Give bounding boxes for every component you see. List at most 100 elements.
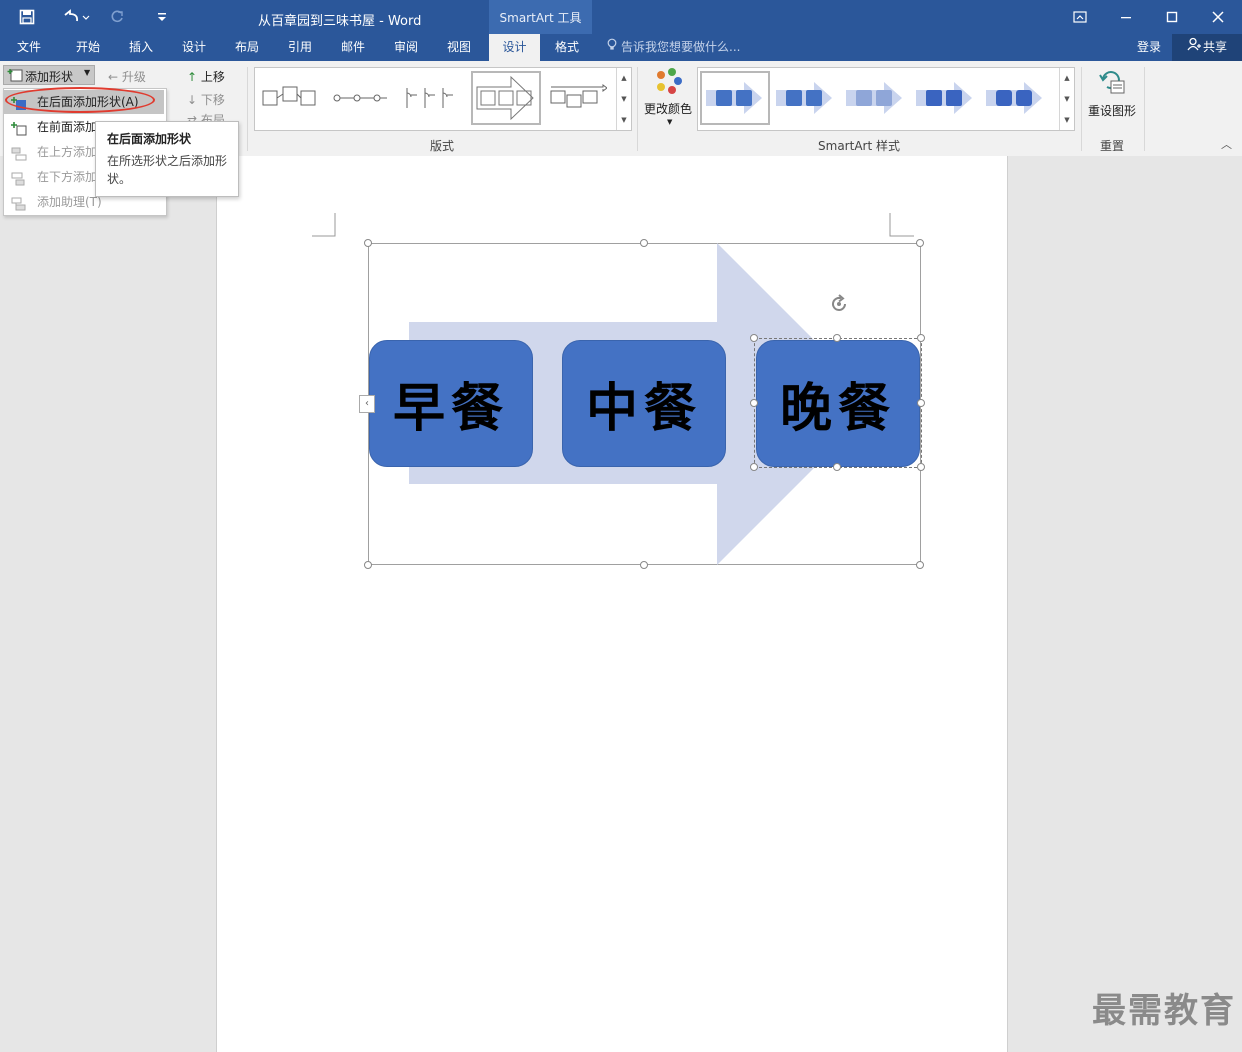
shape-resize-handle[interactable] — [917, 463, 925, 471]
gallery-scroll[interactable]: ▲ ▼ ▼ — [1059, 68, 1074, 130]
resize-handle[interactable] — [364, 561, 372, 569]
layout-thumbnail-3[interactable] — [397, 71, 463, 125]
add-shape-icon — [7, 68, 23, 85]
shape-resize-handle[interactable] — [917, 334, 925, 342]
save-icon[interactable] — [16, 8, 38, 26]
tooltip-description: 在所选形状之后添加形状。 — [107, 154, 228, 186]
shape-resize-handle[interactable] — [750, 399, 758, 407]
layout-direction-button[interactable]: ⇄ 布局 — [187, 111, 225, 121]
shape-resize-handle[interactable] — [750, 463, 758, 471]
add-shape-above-icon — [11, 145, 27, 161]
customize-qat-icon[interactable] — [152, 8, 172, 26]
reset-group-label: 重置 — [1099, 139, 1124, 153]
person-icon — [1187, 34, 1201, 61]
resize-handle[interactable] — [916, 561, 924, 569]
smartart-styles-group-label: SmartArt 样式 — [818, 139, 900, 153]
tell-me-box[interactable]: 告诉我您想要做什么... — [607, 34, 740, 61]
smartart-shape-breakfast[interactable]: 早餐 — [369, 340, 533, 467]
share-label: 共享 — [1202, 40, 1227, 54]
add-shape-below-label: 在下方添加 — [37, 170, 98, 184]
add-shape-before-label: 在前面添加 — [37, 120, 98, 134]
login-link[interactable]: 登录 — [1137, 34, 1161, 61]
layout-thumbnail-2[interactable] — [327, 71, 393, 125]
tooltip: 在后面添加形状 在所选形状之后添加形状。 — [95, 121, 239, 197]
resize-handle[interactable] — [916, 239, 924, 247]
tab-smartart-format[interactable]: 格式 — [542, 34, 592, 61]
shape-resize-handle[interactable] — [833, 334, 841, 342]
layouts-group-label: 版式 — [429, 139, 454, 153]
add-shape-before-icon — [11, 120, 27, 136]
layout-direction-icon: ⇄ — [187, 113, 198, 121]
tell-me-text: 告诉我您想要做什么... — [621, 40, 741, 54]
ribbon-display-options-icon[interactable] — [1057, 0, 1103, 34]
add-shape-label: 添加形状 — [25, 70, 74, 84]
move-up-button[interactable]: ↑ 上移 — [187, 68, 225, 85]
move-up-label: 上移 — [200, 70, 225, 84]
add-shape-button[interactable]: 添加形状 ▼ — [3, 65, 95, 85]
style-thumbnail-4[interactable] — [912, 71, 978, 125]
undo-icon[interactable] — [58, 8, 94, 26]
smartart-tools-title: SmartArt 工具 — [489, 0, 592, 34]
selected-shape-outline — [754, 338, 922, 468]
tab-design[interactable]: 设计 — [168, 34, 220, 61]
redo-icon[interactable] — [106, 8, 128, 26]
smartart-shape-lunch[interactable]: 中餐 — [562, 340, 726, 467]
resize-handle[interactable] — [640, 239, 648, 247]
change-colors-label: 更改颜色 — [644, 102, 693, 116]
group-divider — [1144, 67, 1145, 151]
style-thumbnail-2[interactable] — [772, 71, 838, 125]
layout-thumbnail-5[interactable] — [545, 71, 611, 125]
promote-button[interactable]: ← 升级 — [108, 68, 146, 85]
tab-insert[interactable]: 插入 — [115, 34, 167, 61]
close-icon[interactable] — [1195, 0, 1241, 34]
highlight-annotation — [5, 87, 155, 113]
layout-direction-label: 布局 — [200, 113, 225, 121]
reset-graphic-label: 重设图形 — [1088, 104, 1137, 118]
collapse-ribbon-icon[interactable]: ︿ — [1221, 136, 1232, 152]
style-thumbnail-1-selected[interactable] — [700, 71, 770, 125]
layout-thumbnail-4-selected[interactable] — [471, 71, 541, 125]
resize-handle[interactable] — [364, 239, 372, 247]
tab-mailings[interactable]: 邮件 — [327, 34, 379, 61]
color-palette-icon — [653, 67, 683, 100]
shape-resize-handle[interactable] — [833, 463, 841, 471]
smartart-styles-gallery: ▲ ▼ ▼ — [697, 67, 1075, 131]
lightbulb-icon — [607, 34, 617, 61]
document-title: 从百章园到三味书屋 - Word — [258, 14, 422, 29]
tab-view[interactable]: 视图 — [433, 34, 485, 61]
shape-resize-handle[interactable] — [917, 399, 925, 407]
chevron-down-icon: ▼ — [667, 118, 673, 126]
tab-smartart-design[interactable]: 设计 — [489, 34, 540, 61]
group-divider — [247, 67, 248, 151]
move-down-button[interactable]: ↓ 下移 — [187, 91, 225, 108]
minimize-icon[interactable] — [1103, 0, 1149, 34]
reset-graphic-button[interactable]: 重设图形 — [1086, 67, 1138, 121]
tab-layout[interactable]: 布局 — [221, 34, 273, 61]
add-assistant-icon — [11, 195, 27, 211]
gallery-scroll[interactable]: ▲ ▼ ▼ — [616, 68, 631, 130]
layout-thumbnail-1[interactable] — [257, 71, 323, 125]
arrow-left-icon: ← — [108, 70, 119, 84]
add-shape-above-label: 在上方添加 — [37, 145, 98, 159]
share-button[interactable]: 共享 — [1172, 34, 1242, 61]
change-colors-button[interactable]: 更改颜色 ▼ — [643, 67, 695, 131]
reset-graphic-icon — [1097, 67, 1127, 100]
ribbon-tab-bar: 文件 开始 插入 设计 布局 引用 邮件 审阅 视图 设计 格式 告诉我您想要做… — [0, 34, 1242, 61]
tab-home[interactable]: 开始 — [62, 34, 114, 61]
tooltip-title: 在后面添加形状 — [107, 132, 192, 146]
arrow-up-icon: ↑ — [187, 70, 198, 84]
promote-label: 升级 — [121, 70, 146, 84]
resize-handle[interactable] — [640, 561, 648, 569]
rotate-handle-icon[interactable] — [828, 293, 850, 318]
tab-review[interactable]: 审阅 — [380, 34, 432, 61]
maximize-icon[interactable] — [1149, 0, 1195, 34]
tab-file[interactable]: 文件 — [6, 34, 52, 61]
tab-references[interactable]: 引用 — [274, 34, 326, 61]
corner-mark-right — [889, 213, 914, 237]
arrow-down-icon: ↓ — [187, 93, 198, 107]
style-thumbnail-3[interactable] — [842, 71, 908, 125]
shape-resize-handle[interactable] — [750, 334, 758, 342]
group-divider — [637, 67, 638, 151]
style-thumbnail-5[interactable] — [982, 71, 1048, 125]
text-pane-toggle-icon[interactable]: ‹ — [359, 395, 375, 413]
